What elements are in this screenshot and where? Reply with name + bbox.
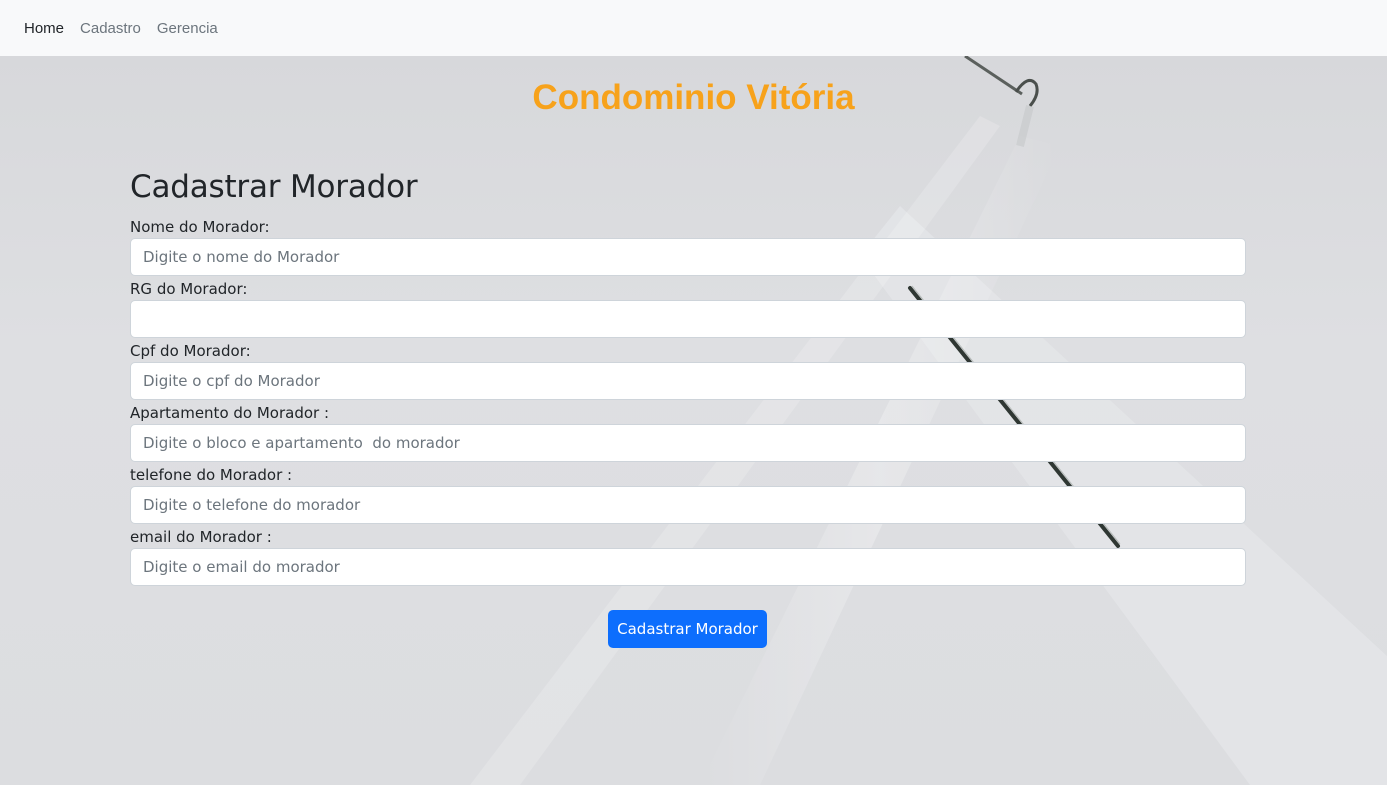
apartamento-input[interactable] [130, 424, 1246, 462]
main-content: Condominio Vitória Cadastrar Morador Nom… [0, 56, 1387, 785]
rg-input[interactable] [130, 300, 1246, 338]
cpf-field-group: Cpf do Morador: [130, 340, 1246, 400]
top-navbar: Home Cadastro Gerencia [0, 0, 1387, 56]
telefone-input[interactable] [130, 486, 1246, 524]
nav-cadastro-link[interactable]: Cadastro [80, 20, 141, 37]
cpf-input[interactable] [130, 362, 1246, 400]
nav-gerencia-link[interactable]: Gerencia [157, 20, 218, 37]
apartamento-label: Apartamento do Morador : [130, 404, 330, 422]
form-title: Cadastrar Morador [130, 169, 418, 205]
telefone-field-group: telefone do Morador : [130, 464, 1246, 524]
telefone-label: telefone do Morador : [130, 466, 293, 484]
nav-home-link[interactable]: Home [24, 20, 64, 37]
nome-field-group: Nome do Morador: [130, 216, 1246, 276]
rg-field-group: RG do Morador: [130, 278, 1246, 338]
email-input[interactable] [130, 548, 1246, 586]
nome-label: Nome do Morador: [130, 218, 270, 236]
nome-input[interactable] [130, 238, 1246, 276]
cadastrar-morador-button[interactable]: Cadastrar Morador [608, 610, 767, 648]
email-field-group: email do Morador : [130, 526, 1246, 586]
brand-title: Condominio Vitória [532, 78, 855, 117]
cpf-label: Cpf do Morador: [130, 342, 251, 360]
email-label: email do Morador : [130, 528, 272, 546]
rg-label: RG do Morador: [130, 280, 248, 298]
apartamento-field-group: Apartamento do Morador : [130, 402, 1246, 462]
